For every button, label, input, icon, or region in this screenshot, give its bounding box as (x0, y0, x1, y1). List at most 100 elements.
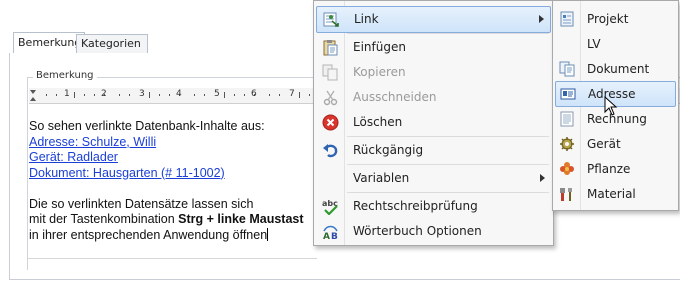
rich-text-editor[interactable]: So sehen verlinkte Datenbank-Inhalte aus… (29, 119, 329, 243)
menu-item-label: Ausschneiden (353, 90, 437, 104)
group-title: Bemerkung (33, 70, 97, 81)
copy-icon (322, 64, 338, 81)
submenu-item-label: Projekt (587, 12, 629, 26)
submenu-item-lv[interactable]: LV (555, 32, 676, 56)
link-address[interactable]: Adresse: Schulze, Willi (29, 135, 156, 149)
ruler-tick (234, 94, 235, 96)
svg-text:B: B (331, 232, 338, 240)
mouse-pointer-icon (604, 96, 618, 116)
menu-item-label: Rückgängig (353, 143, 424, 157)
menu-item-label: Kopieren (353, 65, 406, 79)
menu-item-label: Link (354, 12, 379, 26)
invoice-icon (560, 111, 574, 127)
paste-icon (323, 40, 338, 56)
ruler-tick (159, 94, 160, 96)
dictionary-icon: AB (323, 225, 338, 240)
project-icon (560, 11, 574, 27)
ruler-number: 2 (101, 89, 107, 99)
menu-item-undo[interactable]: Rückgängig (316, 138, 551, 163)
submenu-item-material[interactable]: Material (555, 182, 676, 206)
text-line: Die so verlinkten Datensätze lassen sich (29, 196, 254, 211)
link-device[interactable]: Gerät: Radlader (29, 150, 118, 164)
text-line: mit der Tastenkombination Strg + linke M… (29, 212, 329, 228)
ruler-tick (129, 94, 130, 96)
context-menu: Link Einfügen Kopieren Ausschneiden Lösc… (313, 0, 554, 246)
submenu-item-pflanze[interactable]: Pflanze (555, 157, 676, 181)
link-icon (323, 12, 339, 27)
ruler-tick (279, 94, 280, 96)
menu-separator (347, 33, 549, 34)
text-line: So sehen verlinkte Datenbank-Inhalte aus… (29, 119, 265, 133)
ruler-number: 7 (289, 89, 295, 99)
menu-item-label: Einfügen (353, 40, 406, 54)
gear-icon (560, 137, 574, 151)
tab-kategorien[interactable]: Kategorien (76, 34, 148, 53)
tab-label: Kategorien (81, 37, 141, 50)
submenu-item-label: LV (587, 37, 601, 51)
ruler-tick (84, 94, 85, 96)
material-icon (560, 188, 572, 201)
menu-item-dictionary-options[interactable]: AB Wörterbuch Optionen (316, 219, 551, 244)
menu-item-spellcheck[interactable]: abc Rechtschreibprüfung (316, 194, 551, 219)
menu-item-label: Rechtschreibprüfung (353, 199, 478, 213)
submenu-arrow-icon (540, 174, 545, 182)
menu-item-label: Wörterbuch Optionen (353, 224, 482, 238)
ruler-tick (224, 92, 225, 98)
menu-separator (347, 192, 549, 193)
submenu-item-label: Material (587, 187, 636, 201)
ruler-tick (94, 94, 95, 96)
menu-separator (347, 164, 549, 165)
menu-item-copy[interactable]: Kopieren (316, 60, 551, 85)
submenu-item-label: Gerät (587, 137, 621, 151)
menu-item-label: Löschen (353, 115, 403, 129)
ruler-number: 1 (64, 89, 70, 99)
ruler-tick (119, 94, 120, 96)
delete-icon (322, 114, 339, 131)
text-segment: in ihrer entsprechenden Anwendung öffnen (29, 227, 268, 242)
link-document[interactable]: Dokument: Hausgarten (# 11-1002) (29, 166, 225, 180)
submenu-arrow-icon (539, 15, 544, 23)
indent-marker-icon[interactable] (30, 90, 36, 101)
menu-item-label: Variablen (353, 171, 410, 185)
menu-item-delete[interactable]: Löschen (316, 110, 551, 135)
address-card-icon (560, 88, 576, 100)
ruler-tick (194, 94, 195, 96)
menu-item-paste[interactable]: Einfügen (316, 35, 551, 60)
menu-separator (347, 136, 549, 137)
spellcheck-icon: abc (322, 199, 338, 215)
submenu-item-geraet[interactable]: Gerät (555, 132, 676, 156)
ruler-tick (244, 94, 245, 96)
ruler-tick (309, 94, 310, 96)
ruler-tick (299, 92, 300, 98)
document-icon (559, 61, 575, 77)
ruler-tick (74, 92, 75, 98)
ruler-tick (149, 92, 150, 98)
plant-icon (560, 162, 574, 175)
bold-text: Strg + linke Maustast (178, 212, 304, 226)
ruler-tick (204, 94, 205, 96)
svg-text:A: A (323, 232, 330, 240)
text-caret (267, 227, 269, 241)
ruler-number: 5 (214, 89, 220, 99)
text-segment: mit der Tastenkombination (29, 212, 179, 226)
menu-item-variables[interactable]: Variablen (316, 166, 551, 191)
ruler-number: 3 (139, 89, 145, 99)
tab-label: Bemerkung (18, 36, 82, 49)
menu-item-cut[interactable]: Ausschneiden (316, 85, 551, 110)
tab-bemerkung[interactable]: Bemerkung (13, 32, 85, 54)
submenu-item-dokument[interactable]: Dokument (555, 57, 676, 81)
ruler-tick (269, 94, 270, 96)
submenu-item-projekt[interactable]: Projekt (555, 7, 676, 31)
submenu-item-label: Pflanze (587, 162, 631, 176)
text-line: in ihrer entsprechenden Anwendung öffnen (29, 227, 329, 244)
submenu-item-label: Dokument (587, 62, 650, 76)
ruler-number: 6 (251, 89, 257, 99)
scissors-icon (323, 90, 338, 106)
ruler-tick (56, 94, 57, 96)
ruler-number: 4 (176, 89, 182, 99)
ruler-tick (46, 94, 47, 96)
ruler-tick (169, 94, 170, 96)
menu-item-link[interactable]: Link (316, 6, 551, 33)
undo-icon (323, 144, 338, 158)
editor-border (27, 258, 317, 259)
